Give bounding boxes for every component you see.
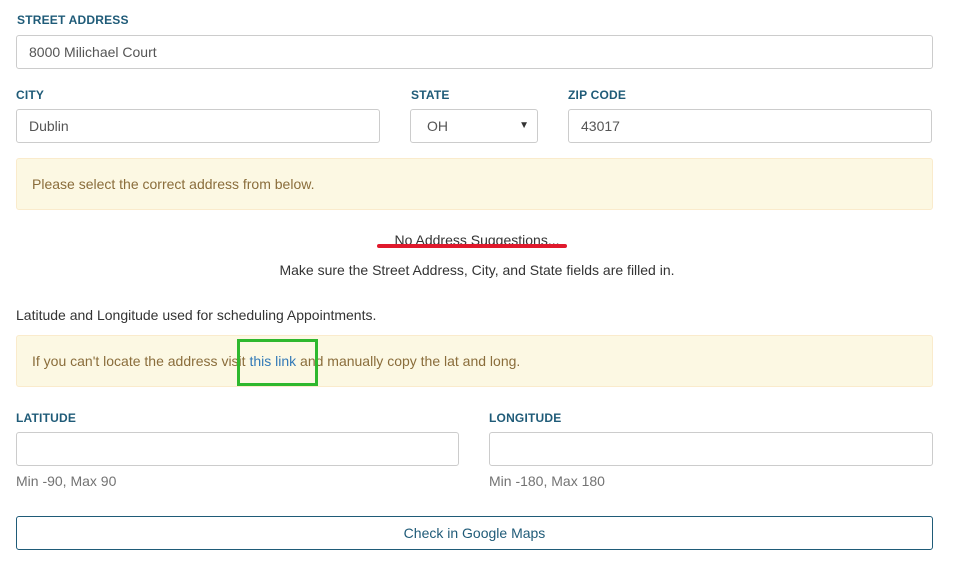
zip-code-input[interactable]: 43017 — [568, 109, 932, 143]
latlong-note: Latitude and Longitude used for scheduli… — [16, 307, 377, 323]
suggestions-hint-text: Make sure the Street Address, City, and … — [279, 262, 675, 278]
city-label: CITY — [16, 88, 45, 102]
check-google-maps-label: Check in Google Maps — [403, 525, 546, 541]
check-google-maps-button[interactable]: Check in Google Maps — [16, 516, 933, 550]
latitude-label: LATITUDE — [16, 411, 77, 425]
street-address-label: STREET ADDRESS — [17, 13, 129, 27]
select-address-alert: Please select the correct address from b… — [16, 158, 933, 210]
red-underline-annotation — [377, 244, 567, 248]
state-label: STATE — [411, 88, 450, 102]
latitude-help: Min -90, Max 90 — [16, 473, 117, 489]
zip-code-label: ZIP CODE — [568, 88, 627, 102]
locate-alert-text-after: and manually copy the lat and long. — [296, 353, 521, 369]
locate-alert-text-before: If you can't locate the address visit — [32, 353, 250, 369]
green-box-annotation — [237, 339, 318, 386]
caret-down-icon: ▼ — [519, 120, 529, 131]
latitude-input[interactable] — [16, 432, 459, 466]
locate-address-alert: If you can't locate the address visit th… — [16, 335, 933, 387]
longitude-help: Min -180, Max 180 — [489, 473, 605, 489]
select-address-alert-text: Please select the correct address from b… — [32, 176, 315, 192]
street-address-input[interactable]: 8000 Milichael Court — [16, 35, 933, 69]
state-select[interactable]: OH ▼ — [410, 109, 538, 143]
longitude-label: LONGITUDE — [489, 411, 562, 425]
longitude-input[interactable] — [489, 432, 933, 466]
state-select-value: OH — [427, 118, 448, 134]
city-input[interactable]: Dublin — [16, 109, 380, 143]
